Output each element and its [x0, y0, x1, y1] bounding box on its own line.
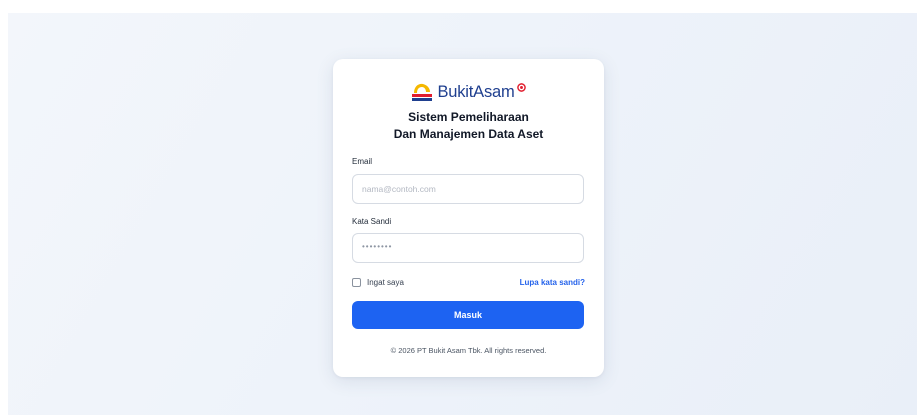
- title-line-1: Sistem Pemeliharaan: [408, 110, 529, 124]
- remember-label: Ingat saya: [367, 278, 404, 287]
- title-line-2: Dan Manajemen Data Aset: [393, 127, 544, 141]
- brand-name: BukitAsam: [437, 82, 515, 101]
- brand-mark-icon: [516, 83, 526, 92]
- footer-copyright: © 2026 PT Bukit Asam Tbk. All rights res…: [390, 346, 547, 355]
- remember-me[interactable]: Ingat saya: [352, 278, 404, 287]
- bukit-asam-logo-icon: [412, 83, 433, 101]
- password-field[interactable]: [352, 233, 584, 263]
- login-card: BukitAsam Sistem Pemeliharaan Dan Manaje…: [333, 59, 604, 377]
- login-button[interactable]: Masuk: [352, 301, 584, 329]
- email-label: Email: [352, 157, 373, 166]
- page-title: Sistem Pemeliharaan Dan Manajemen Data A…: [333, 109, 604, 143]
- remember-checkbox[interactable]: [352, 278, 361, 287]
- password-label: Kata Sandi: [352, 217, 392, 226]
- email-field[interactable]: [352, 174, 584, 204]
- forgot-password-link[interactable]: Lupa kata sandi?: [520, 278, 585, 287]
- brand-logo: BukitAsam: [333, 79, 604, 105]
